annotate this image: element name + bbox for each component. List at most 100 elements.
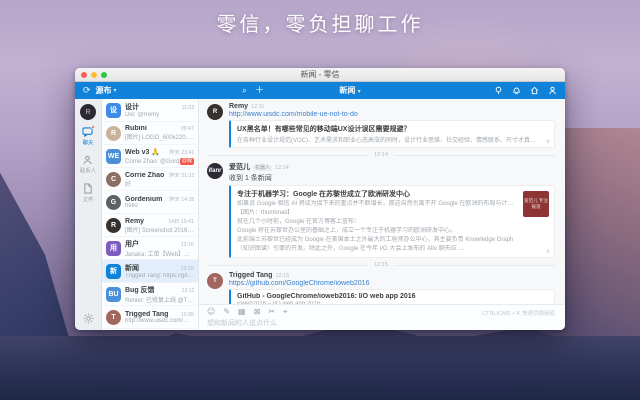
conversation-preview: hello [125, 203, 194, 209]
add-conversation-icon[interactable]: ＋ [255, 86, 264, 95]
sidebar-item-label: 联系人 [80, 166, 96, 174]
emoji-icon[interactable]: ☺ [207, 308, 215, 316]
avatar: G [106, 195, 121, 210]
grid-icon[interactable]: ▦ [238, 308, 246, 316]
card-description: 在各种行业设计规范(VOC)、艺术需求和职业心态高涨的同时，设计行业思维、社交经… [237, 135, 540, 144]
conversation-time: 12:11 [181, 288, 194, 294]
conversation-time: 12:15 [181, 266, 194, 272]
search-icon[interactable]: ⌕ [242, 86, 247, 95]
time-divider: 12:14 [207, 152, 555, 158]
news-body-line: 此前瑞士苏黎世已经成为 Google 在美国本土之外最大的工程师办公中心，其主要… [237, 236, 516, 245]
conversation-name: Web v3 🙏 [125, 148, 160, 156]
message: T Trigged Tang12:15 https://github.com/G… [207, 272, 555, 304]
message-time: 12:11 [251, 104, 264, 110]
conversation-item[interactable]: BU Bug 反馈12:11 Renier: 已修复上线 @Trigged T… [102, 283, 198, 306]
avatar: R [106, 218, 121, 233]
avatar: BU [106, 287, 121, 302]
conversation-name: 设计 [125, 102, 139, 112]
window-title: 新闻 - 零信 [75, 69, 565, 80]
channel-menu[interactable]: 新闻 ▾ [275, 85, 425, 96]
news-body-line: 就在几个小时前，Google 在官方博客上宣布： [237, 218, 516, 227]
bulb-icon[interactable] [494, 86, 503, 95]
target-icon[interactable]: ⌖ [283, 308, 288, 316]
bell-icon[interactable] [512, 86, 521, 95]
conversation-item[interactable]: R Rubini09:47 [图片] LOGO_600x220.png [102, 122, 198, 145]
chevron-down-icon: ▾ [358, 89, 361, 95]
sidebar-item-contacts[interactable]: 联系人 [79, 155, 97, 175]
marketing-headline: 零信，零负担聊工作 [0, 8, 640, 37]
message-scroll-area[interactable]: R Remy12:11 http://www.uisdc.com/mobile-… [199, 99, 565, 304]
avatar: 新 [106, 264, 121, 279]
link-preview-card[interactable]: GitHub - GoogleChrome/ioweb2016: I/O web… [229, 289, 555, 304]
scissors-icon[interactable]: ✂ [268, 308, 275, 316]
conversation-time: 12:09 [181, 312, 194, 318]
sync-icon[interactable]: ⟳ [83, 86, 91, 95]
conversation-item[interactable]: 设 设计11:02 Dio: @Remy [102, 99, 198, 122]
desktop-wallpaper: 零信，零负担聊工作 新闻 - 零信 ⟳ 源布 ▾ ⌕ ＋ 新闻 [0, 0, 640, 400]
news-body-line: 如果说 Google 相信 AI 将成为接下来的重点并不断增长，那这自然也离不开… [237, 200, 516, 209]
profile-icon[interactable] [548, 86, 557, 95]
gear-icon [83, 313, 94, 324]
chevron-down-icon: ▾ [114, 87, 117, 94]
avatar[interactable]: R [80, 104, 96, 120]
channel-name: 新闻 [339, 86, 355, 95]
conversation-name: Rubini [125, 125, 147, 132]
news-body-line: （知识图谱）引擎的开发。除此之外，Google 在今年 I/O 大会上发布的 A… [237, 245, 516, 254]
conversation-preview: Dio: @Remy [125, 112, 194, 118]
sender-name: Trigged Tang [229, 272, 272, 279]
conversation-item[interactable]: WE Web v3 🙏昨天 23:41 Corrie Zhao: @Gorden… [102, 145, 198, 168]
avatar: 设 [106, 103, 121, 118]
titlebar[interactable]: 新闻 - 零信 [75, 68, 565, 82]
nav-rail: R 聊天 联系人 文件 [75, 99, 102, 330]
conversation-time: 昨天 14:35 [169, 195, 194, 203]
conversation-item[interactable]: G Gordenium昨天 14:35 hello [102, 191, 198, 214]
document-icon [83, 183, 93, 194]
conversation-item-selected[interactable]: 新 新闻 12:15 Trigged Tang: https://github.c… [102, 260, 198, 283]
conversation-time: 09:47 [181, 126, 194, 132]
team-menu[interactable]: 源布 ▾ [96, 85, 117, 96]
conversation-preview: Trigged Tang: https://github.com/ [125, 273, 194, 279]
wallpaper-ground [0, 336, 640, 400]
message: R Remy12:11 http://www.uisdc.com/mobile-… [207, 103, 555, 148]
news-card[interactable]: 专注于机器学习：Google 在苏黎世成立了欧洲研发中心 如果说 Google … [229, 185, 555, 258]
message-link[interactable]: https://github.com/GoogleChrome/ioweb201… [229, 280, 555, 287]
avatar: R [106, 126, 121, 141]
avatar: WE [106, 149, 121, 164]
conversation-item[interactable]: T Trigged Tang12:09 http://www.uisdc.com… [102, 306, 198, 329]
collapse-icon[interactable]: ∧ [546, 248, 550, 255]
conversation-item[interactable]: 用 用户12:16 Janaka: 工单【Web】视频聊天手… [102, 237, 198, 260]
collapse-icon[interactable]: ∨ [546, 138, 550, 145]
avatar: T [207, 273, 223, 289]
sidebar-item-chats[interactable]: 聊天 [82, 127, 94, 147]
screenshot-icon[interactable]: ⊠ [254, 308, 261, 316]
time-divider: 12:15 [207, 262, 555, 268]
settings-button[interactable] [75, 313, 101, 324]
news-thumbnail: 爱范儿 专注报道 [523, 191, 549, 217]
conversation-item[interactable]: C Corrie Zhao昨天 21:32 好 [102, 168, 198, 191]
conversation-list: 设 设计11:02 Dio: @Remy R Rubini 09:47 [图片] … [102, 99, 199, 330]
conversation-name: 新闻 [125, 263, 139, 273]
attachment-icon[interactable]: ✎ [223, 308, 230, 316]
contacts-icon [82, 155, 93, 165]
avatar: 用 [106, 241, 121, 256]
avatar: ifanr [207, 163, 223, 179]
chat-pane: R Remy12:11 http://www.uisdc.com/mobile-… [199, 99, 565, 330]
card-title: UX黑名单！有哪些常见的移动端UX设计误区需要规避？ [237, 124, 540, 134]
conversation-name: 用户 [125, 239, 139, 249]
conversation-name: Remy [125, 218, 144, 225]
conversation-time: 昨天 23:41 [169, 148, 194, 156]
conversation-preview: [图片] Screenshot 2016-05-14-16… [125, 225, 194, 234]
shortcut-hint: CTRL/CMD + K 快速切换频道 [482, 309, 555, 317]
news-body-line: 【图片：thumbnail】 [237, 209, 516, 218]
sidebar-item-label: 聊天 [83, 138, 94, 146]
conversation-time: 14日 19:41 [168, 217, 194, 225]
link-preview-card[interactable]: UX黑名单！有哪些常见的移动端UX设计误区需要规避？ 在各种行业设计规范(VOC… [229, 120, 555, 148]
message-input[interactable]: 想和新闻的人说点什么 [207, 318, 557, 328]
message-composer[interactable]: ☺ ✎ ▦ ⊠ ✂ ⌖ CTRL/CMD + K 快速切换频道 想和新闻的人说点… [199, 304, 565, 330]
card-title: GitHub - GoogleChrome/ioweb2016: I/O web… [237, 293, 540, 300]
conversation-item[interactable]: R Remy 14日 19:41 [图片] Screenshot 2016-05-… [102, 214, 198, 237]
team-name: 源布 [96, 85, 112, 96]
message-link[interactable]: http://www.uisdc.com/mobile-ue-not-to-do [229, 111, 555, 118]
sidebar-item-files[interactable]: 文件 [82, 183, 94, 204]
home-icon[interactable] [530, 86, 539, 95]
